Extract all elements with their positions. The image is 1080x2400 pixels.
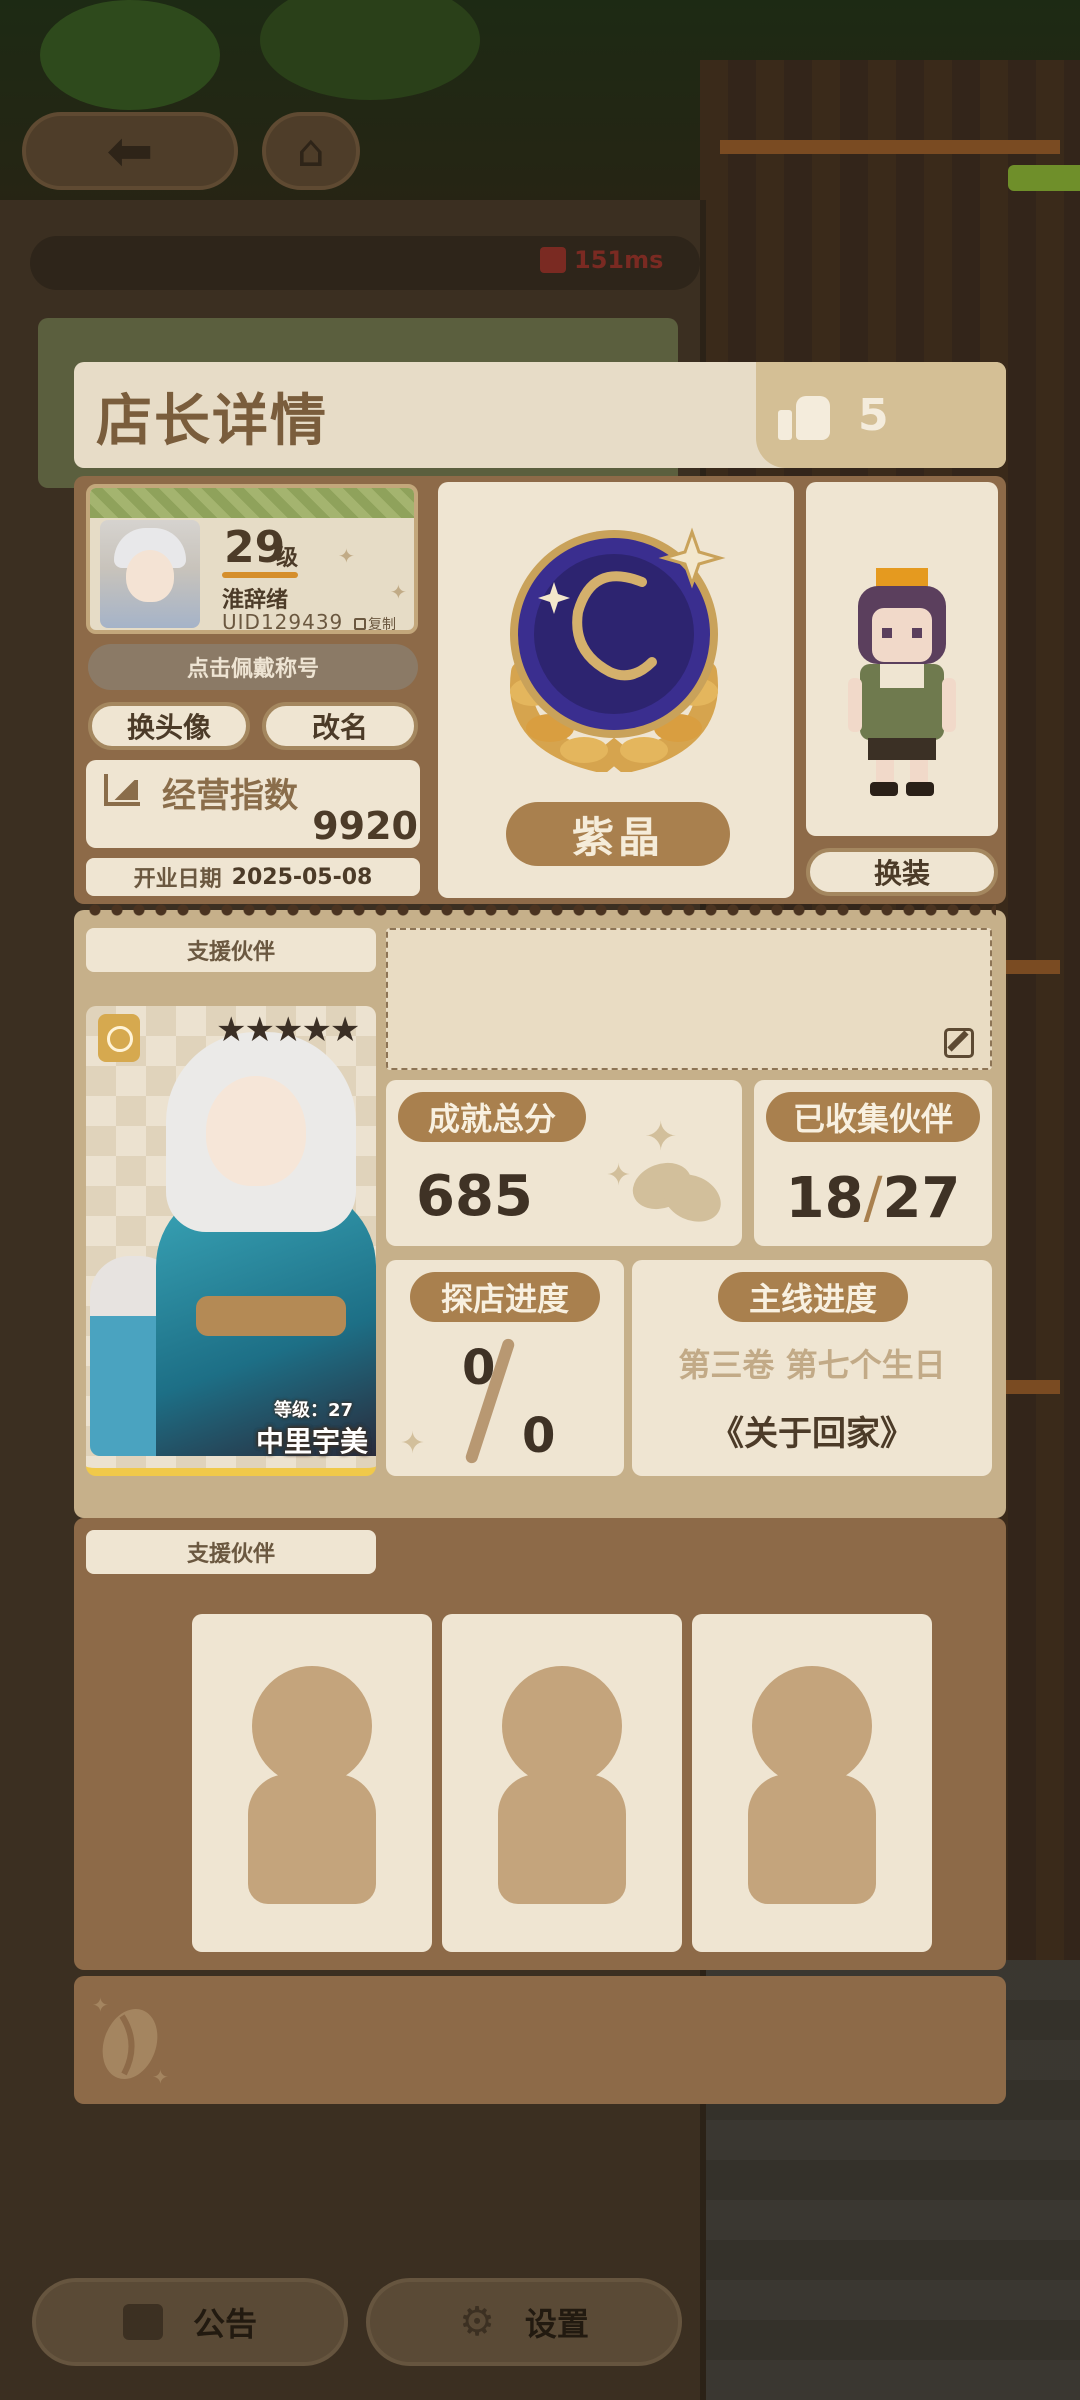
copy-label: 复制 [368, 617, 396, 633]
silhouette-icon [752, 1666, 872, 1786]
signal-icon [540, 247, 566, 273]
level-underline [222, 572, 298, 578]
signature-note-box[interactable] [386, 928, 992, 1070]
collected-current: 18 [785, 1166, 864, 1231]
achievement-value: 685 [416, 1164, 533, 1229]
back-button[interactable]: ⬅ [22, 112, 238, 190]
explore-label: 探店进度 [410, 1272, 600, 1322]
notice-button[interactable]: 公告 [32, 2278, 348, 2366]
progress-indicator [1008, 165, 1080, 191]
sparkle-icon: ✦ [390, 580, 407, 604]
player-uid: UID129439 [222, 610, 344, 634]
settings-label: 设置 [524, 2305, 589, 2343]
silhouette-body [248, 1774, 376, 1904]
main-story-label: 主线进度 [718, 1272, 908, 1322]
gear-icon: ⚙ [459, 2299, 495, 2345]
shelf-decoration [720, 140, 1060, 154]
rank-label: 紫晶 [506, 802, 730, 866]
home-icon: ⌂ [297, 125, 325, 177]
like-count: 5 [858, 389, 889, 441]
change-outfit-button[interactable]: 换装 [806, 848, 998, 896]
business-index-label: 经营指数 [162, 776, 298, 816]
ping-value: 151ms [574, 246, 664, 274]
ping-indicator: 151ms [540, 246, 663, 274]
rank-badge-panel[interactable]: 紫晶 [438, 482, 794, 898]
empty-partner-slot[interactable] [192, 1614, 432, 1952]
partner-sash [196, 1296, 346, 1336]
change-avatar-button[interactable]: 换头像 [88, 702, 250, 750]
card-stripe [90, 488, 414, 518]
edit-icon[interactable] [944, 1028, 974, 1058]
slash-separator: / [863, 1166, 883, 1231]
silhouette-icon [502, 1666, 622, 1786]
rename-button[interactable]: 改名 [262, 702, 418, 750]
avatar-face [126, 550, 174, 602]
open-date: 开业日期 2025-05-08 [86, 858, 420, 896]
player-profile-card: 29 级 淮辞绪 UID129439 复制 ✦ ✦ [86, 484, 418, 634]
achievement-label: 成就总分 [398, 1092, 586, 1142]
svg-text:✦: ✦ [152, 2065, 169, 2086]
collected-value: 18/27 [754, 1166, 992, 1231]
support-partner-card[interactable]: ★★★★★ 等级：27 中里宇美 [86, 1006, 376, 1476]
partner-name: 中里宇美 [255, 1425, 368, 1458]
empty-partner-slot[interactable] [442, 1614, 682, 1952]
support-partner-label-2: 支援伙伴 [86, 1530, 376, 1574]
modal-title: 店长详情 [96, 389, 328, 454]
explore-progress-card: 探店进度 0 0 ✦ [386, 1260, 624, 1476]
avatar [100, 520, 200, 628]
home-button[interactable]: ⌂ [262, 112, 360, 190]
like-button[interactable]: 5 [756, 362, 1006, 468]
notice-label: 公告 [192, 2305, 257, 2343]
collected-label: 已收集伙伴 [766, 1092, 980, 1142]
footer-panel [74, 1976, 1006, 2104]
collected-total: 27 [882, 1166, 961, 1231]
sparkle-icon: ✦ [338, 544, 355, 568]
briefcase-icon [122, 2304, 163, 2340]
shop-manager-details-modal: 店长详情 5 29 级 淮辞绪 UID129439 复制 ✦ ✦ 点击佩戴称号 … [74, 362, 1006, 2104]
open-date-value: 2025-05-08 [231, 864, 373, 890]
open-date-label: 开业日期 [133, 867, 222, 892]
chart-icon [104, 774, 140, 806]
copy-icon [354, 618, 366, 630]
collected-partners-card: 已收集伙伴 18/27 [754, 1080, 992, 1246]
character-outfit-preview [806, 482, 998, 836]
silhouette-icon [252, 1666, 372, 1786]
partner-level: 等级：27 [274, 1400, 354, 1421]
tree-decoration [40, 0, 220, 110]
rarity-stars: ★★★★★ [216, 1010, 360, 1050]
thumbs-up-icon [778, 388, 832, 442]
copy-uid-button[interactable]: 复制 [354, 614, 396, 633]
coffee-bean-icon: ✦ ✦ [92, 1996, 169, 2086]
sparkle-icon: ✦ [400, 1426, 426, 1461]
explore-total: 0 [522, 1408, 556, 1464]
modal-header: 店长详情 5 [74, 362, 1006, 468]
support-partner-label: 支援伙伴 [86, 928, 376, 972]
wear-title-button[interactable]: 点击佩戴称号 [88, 644, 418, 690]
pixel-character-sprite [848, 568, 956, 796]
perforation-divider [84, 904, 996, 916]
silhouette-body [498, 1774, 626, 1904]
main-story-title: 《关于回家》 [710, 1414, 914, 1454]
level-unit: 级 [276, 546, 299, 571]
svg-text:✦: ✦ [92, 1996, 109, 2017]
achievement-card: 成就总分 685 ✦ ✦ [386, 1080, 742, 1246]
main-story-card: 主线进度 第三卷 第七个生日 《关于回家》 [632, 1260, 992, 1476]
silhouette-body [748, 1774, 876, 1904]
partner-face [206, 1076, 306, 1186]
element-badge-icon [98, 1014, 140, 1062]
tree-decoration [260, 0, 480, 100]
amethyst-medal-icon [510, 527, 726, 772]
main-story-chapter: 第三卷 第七个生日 [678, 1346, 946, 1384]
business-index-card: 经营指数 9920 [86, 760, 420, 848]
arrow-left-icon: ⬅ [106, 118, 154, 184]
business-index-value: 9920 [312, 804, 418, 848]
empty-partner-slot[interactable] [692, 1614, 932, 1952]
settings-button[interactable]: ⚙ 设置 [366, 2278, 682, 2366]
coffee-beans-icon: ✦ ✦ [604, 1114, 729, 1231]
